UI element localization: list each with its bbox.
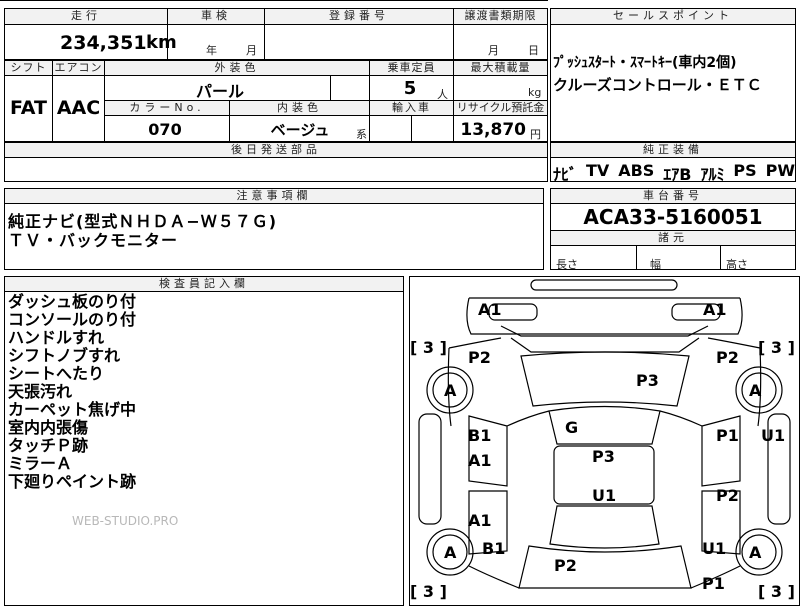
equipment-ps: PS (733, 161, 757, 180)
recycle-unit: 円 (530, 128, 541, 141)
notice-header: 注意事項欄 (5, 189, 543, 203)
damage-p2-right-low: P2 (716, 486, 739, 505)
inspector-note: コンソールのり付 (8, 310, 137, 329)
inspector-note: カーペット焦げ中 (8, 400, 137, 419)
damage-p1-rear: P1 (702, 574, 725, 593)
length-label: 長さ (556, 258, 578, 271)
equipment-alloy: ｱﾙﾐ (700, 165, 725, 184)
inspector-note: ハンドルすれ (8, 328, 105, 347)
interior-color-suffix: 系 (356, 128, 367, 141)
damage-u1-right-low: U1 (702, 539, 727, 558)
damage-p1-right: P1 (716, 426, 739, 445)
equipment-navi: ﾅﾋﾞ (553, 165, 578, 184)
top-strip (0, 0, 548, 8)
inspector-note: 天張汚れ (8, 382, 73, 401)
shift-header: シフト (5, 61, 52, 75)
damage-p2-rear: P2 (554, 556, 577, 575)
inspector-note: 室内内張傷 (8, 418, 89, 437)
color-no-value: 070 (148, 120, 182, 139)
mileage-value: 234,351 (60, 32, 147, 54)
damage-a1-front-left: A1 (478, 300, 502, 319)
chassis-header: 車台番号 (551, 189, 795, 203)
sales-points-header: セールスポイント (551, 9, 795, 24)
inspector-note: シートへたり (8, 364, 105, 383)
damage-u1-roof: U1 (592, 486, 617, 505)
equipment-header: 純正装備 (551, 143, 795, 157)
registration-header: 登録番号 (265, 9, 453, 24)
equipment-abs: ABS (618, 161, 655, 180)
aircon-value: AAC (56, 97, 101, 119)
mileage-header: 走行 (5, 9, 167, 24)
transfer-day-unit: 日 (528, 44, 539, 57)
aircon-header: エアコン (53, 61, 104, 75)
sales-point-line-2: クルーズコントロール・ＥＴＣ (553, 76, 762, 94)
bracket-top-left: [ 3 ] (410, 338, 447, 357)
damage-b1-left-low: B1 (482, 539, 506, 558)
bracket-bottom-left: [ 3 ] (410, 582, 447, 601)
bracket-bottom-right: [ 3 ] (758, 582, 795, 601)
equipment-tv: TV (585, 161, 610, 180)
exterior-color-value: パール (195, 82, 244, 101)
later-parts-header: 後日発送部品 (5, 143, 547, 157)
transfer-deadline-header: 譲渡書類期限 (454, 9, 547, 24)
damage-b1-left: B1 (468, 426, 492, 445)
recycle-header: リサイクル預託金 (454, 101, 547, 115)
capacity-value: 5 (403, 78, 417, 99)
damage-p2-right: P2 (716, 348, 739, 367)
inspector-notes: ダッシュ板のり付 コンソールのり付 ハンドルすれ シフトノブすれ シートへたり … (8, 293, 136, 491)
chassis-number: ACA33-5160051 (583, 205, 763, 229)
transfer-month-unit: 月 (488, 44, 499, 57)
equipment-list: ﾅﾋﾞ TV ABS ｴｱB ｱﾙﾐ PS PW (553, 161, 795, 185)
inspection-header: 車検 (168, 9, 264, 24)
equipment-airbag: ｴｱB (663, 165, 692, 184)
inspector-note: 下廻りペイント跡 (8, 472, 137, 491)
damage-a1-front-right: A1 (703, 300, 727, 319)
bracket-top-right: [ 3 ] (758, 338, 795, 357)
shift-value: FAT (10, 97, 47, 119)
equipment-pw: PW (765, 161, 795, 180)
inspector-note: ダッシュ板のり付 (8, 292, 137, 311)
height-label: 高さ (726, 258, 748, 271)
interior-color-value: ベージュ (270, 121, 330, 139)
inspector-header: 検査員記入欄 (5, 277, 403, 291)
tire-rear-left: A (444, 543, 457, 562)
import-header: 輸入車 (370, 101, 453, 115)
tire-front-left: A (444, 381, 457, 400)
color-no-header: カラーNo. (105, 101, 229, 115)
damage-p3-hood: P3 (636, 371, 659, 390)
watermark: WEB-STUDIO.PRO (72, 514, 179, 528)
notice-line-2: ＴＶ・バックモニター (8, 231, 179, 250)
inspection-month-unit: 月 (246, 44, 257, 57)
max-load-header: 最大積載量 (454, 61, 547, 75)
inspector-note: シフトノブすれ (8, 346, 121, 365)
damage-u1-right: U1 (761, 426, 786, 445)
capacity-header: 乗車定員 (370, 61, 453, 75)
damage-p3-roof: P3 (592, 447, 615, 466)
tire-front-right: A (749, 381, 762, 400)
inspector-note: タッチＰ跡 (8, 436, 89, 455)
damage-g-windshield: G (565, 418, 579, 437)
recycle-value: 13,870 (460, 120, 526, 140)
inspector-note: ミラーＡ (8, 454, 73, 473)
interior-color-header: 内装色 (230, 101, 369, 115)
width-label: 幅 (650, 258, 661, 271)
dimensions-header: 諸元 (551, 231, 795, 245)
max-load-unit: kg (528, 86, 542, 99)
damage-p2-left: P2 (468, 348, 491, 367)
mileage-unit: km (146, 32, 177, 53)
tire-rear-right: A (749, 543, 762, 562)
inspection-year-unit: 年 (206, 44, 217, 57)
damage-a1-left-low: A1 (468, 511, 492, 530)
exterior-color-header: 外装色 (105, 61, 369, 75)
sales-point-line-1: ﾌﾟｯｼｭｽﾀｰﾄ・ｽﾏｰﾄｷｰ(車内2個) (553, 55, 737, 71)
damage-a1-left-mid: A1 (468, 451, 492, 470)
